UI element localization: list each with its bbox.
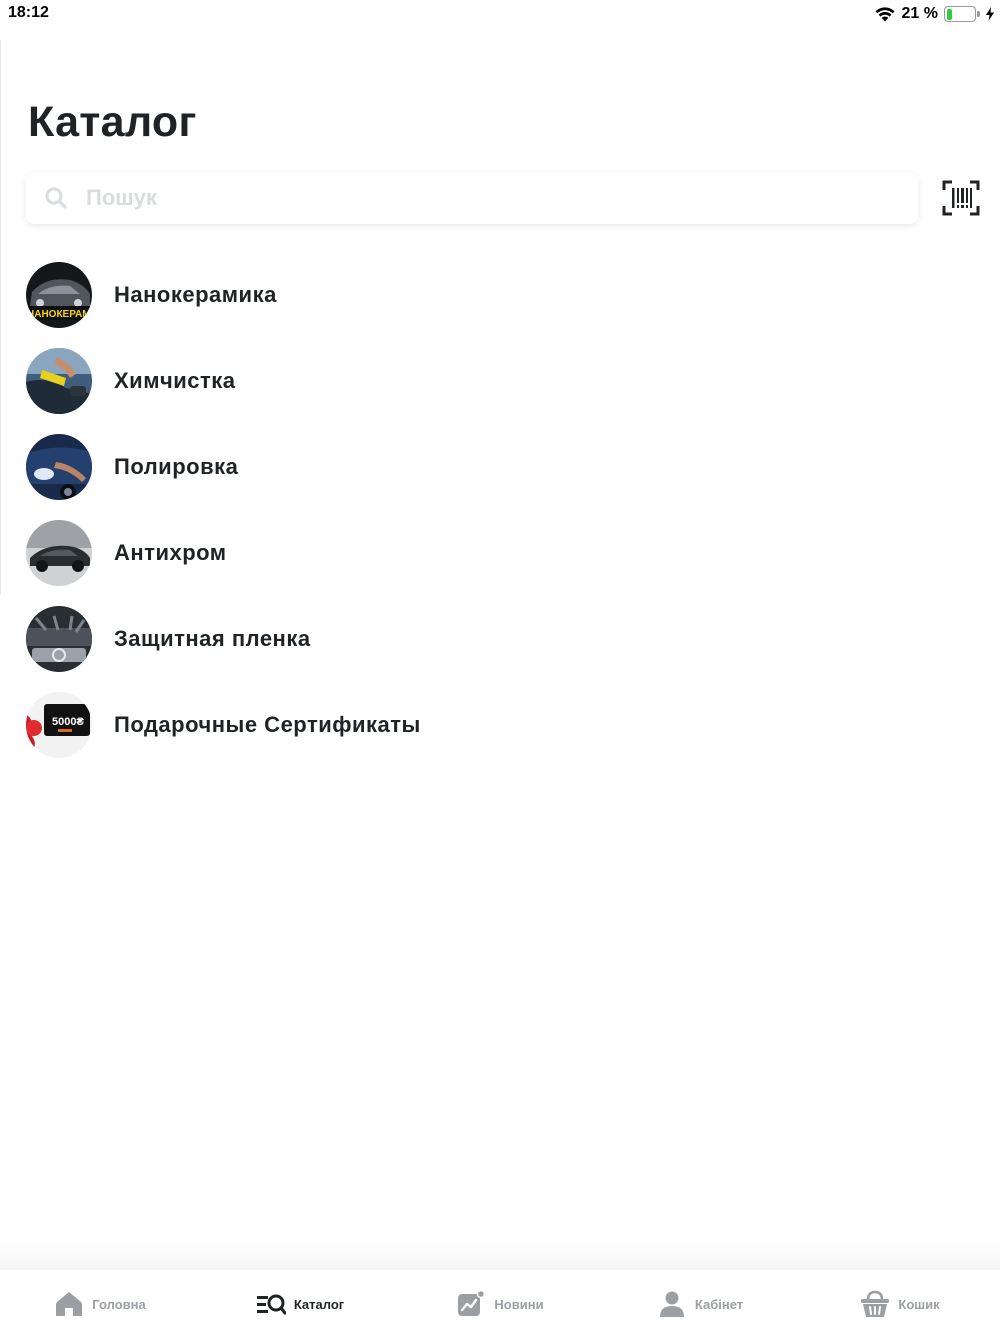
- category-thumbnail: [26, 348, 92, 414]
- category-item-gift-certificates[interactable]: 5000₴ Подарочные Сертификаты: [26, 682, 966, 768]
- category-thumbnail: [26, 520, 92, 586]
- barcode-scan-icon: [942, 180, 980, 216]
- category-item-polishing[interactable]: Полировка: [26, 424, 966, 510]
- search-input[interactable]: [86, 185, 866, 211]
- catalog-search-icon: [256, 1294, 286, 1315]
- tab-cart[interactable]: Кошик: [800, 1270, 1000, 1334]
- battery-fill: [946, 8, 953, 20]
- search-icon: [45, 187, 67, 209]
- tab-account[interactable]: Кабінет: [600, 1270, 800, 1334]
- wifi-icon: [875, 7, 895, 22]
- tab-news[interactable]: Новини: [400, 1270, 600, 1334]
- status-time: 18:12: [8, 4, 49, 21]
- tab-label: Кабінет: [694, 1296, 744, 1312]
- tab-label: Каталог: [293, 1296, 345, 1312]
- thumb-caption: НАНОКЕРАМИ: [27, 309, 92, 320]
- tab-bar-shadow: [0, 1238, 1000, 1270]
- tab-home[interactable]: Головна: [0, 1270, 200, 1334]
- tab-label: Головна: [92, 1296, 146, 1312]
- category-thumbnail: [26, 606, 92, 672]
- charging-bolt-icon: [986, 7, 994, 21]
- tab-catalog[interactable]: Каталог: [200, 1270, 400, 1334]
- category-label: Защитная пленка: [114, 626, 311, 651]
- user-icon: [659, 1291, 684, 1317]
- category-list: НАНОКЕРАМИ Нанокерамика Химчистка Полиро…: [26, 252, 966, 768]
- search-box[interactable]: [26, 172, 918, 224]
- page-title: Каталог: [28, 98, 197, 146]
- category-thumbnail: 5000₴: [26, 692, 92, 758]
- category-label: Нанокерамика: [114, 282, 277, 307]
- category-label: Полировка: [114, 454, 239, 479]
- battery-percent: 21 %: [901, 5, 938, 22]
- home-icon: [56, 1292, 83, 1316]
- barcode-scan-button[interactable]: [942, 180, 980, 216]
- category-item-protective-film[interactable]: Защитная пленка: [26, 596, 966, 682]
- category-item-nanoceramics[interactable]: НАНОКЕРАМИ Нанокерамика: [26, 252, 966, 338]
- news-chart-icon: [458, 1289, 486, 1316]
- category-label: Химчистка: [114, 368, 236, 393]
- status-indicators: 21 %: [874, 4, 994, 24]
- bottom-tab-bar: Головна Каталог Новини Кабінет Кошик: [0, 1270, 1000, 1334]
- category-item-dry-cleaning[interactable]: Химчистка: [26, 338, 966, 424]
- tab-label: Кошик: [898, 1296, 940, 1312]
- category-label: Подарочные Сертификаты: [114, 712, 421, 737]
- tab-label: Новини: [494, 1296, 544, 1312]
- basket-icon: [861, 1290, 890, 1317]
- status-bar: 18:12 21 %: [0, 0, 1000, 28]
- category-label: Антихром: [114, 540, 227, 565]
- category-item-antichrome[interactable]: Антихром: [26, 510, 966, 596]
- thumb-caption: 5000₴: [52, 716, 84, 728]
- category-thumbnail: НАНОКЕРАМИ: [26, 262, 92, 328]
- left-edge-divider: [0, 40, 1, 595]
- battery-icon: [944, 6, 980, 22]
- category-thumbnail: [26, 434, 92, 500]
